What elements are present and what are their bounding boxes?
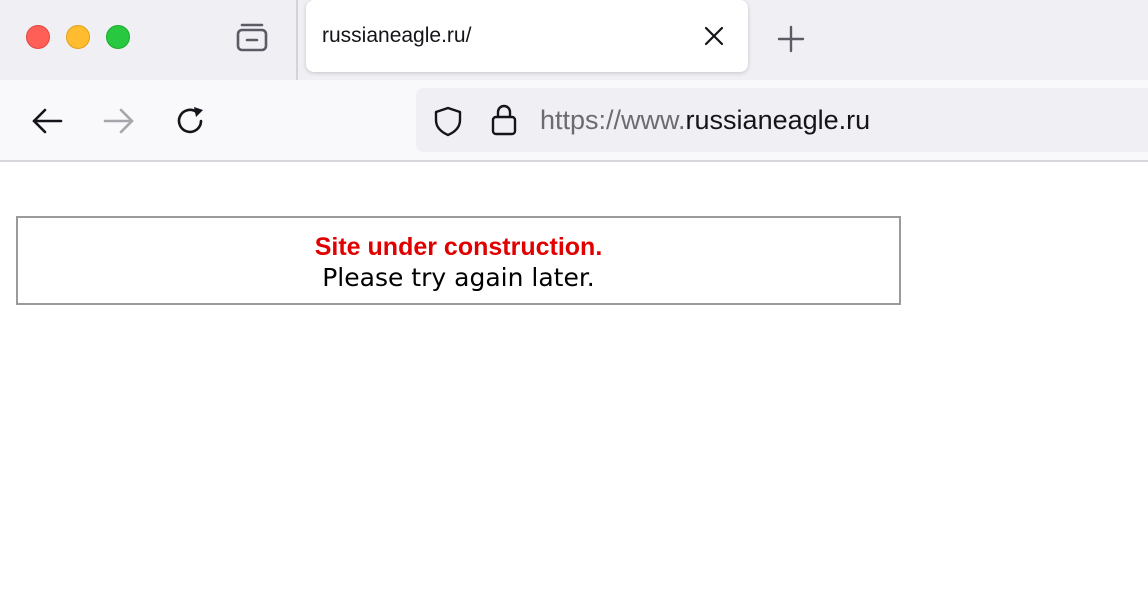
tab-title: russianeagle.ru/: [322, 24, 472, 47]
plus-icon[interactable]: [776, 24, 806, 54]
notice-title: Site under construction.: [314, 233, 603, 261]
tab-active[interactable]: russianeagle.ru/: [306, 0, 748, 72]
url-protocol: https://www.: [540, 105, 686, 135]
url-domain: russianeagle.ru: [685, 105, 871, 135]
shield-icon[interactable]: [432, 105, 464, 137]
page-content: Site under construction. Please try agai…: [0, 162, 1148, 597]
navigation-toolbar: https://www.russianeagle.ru: [0, 80, 1148, 162]
notice-message: Please try again later.: [322, 263, 595, 292]
construction-notice: Site under construction. Please try agai…: [16, 216, 901, 305]
tab-tray-icon[interactable]: [234, 20, 270, 56]
window-minimize-button[interactable]: [66, 25, 90, 49]
tab-bar: russianeagle.ru/: [0, 0, 1148, 80]
close-icon[interactable]: [702, 24, 726, 48]
window-close-button[interactable]: [26, 25, 50, 49]
arrow-right-icon[interactable]: [102, 104, 136, 138]
tab-separator: [296, 0, 298, 80]
address-bar[interactable]: https://www.russianeagle.ru: [416, 88, 1148, 152]
window-maximize-button[interactable]: [106, 25, 130, 49]
url-text[interactable]: https://www.russianeagle.ru: [540, 105, 870, 136]
reload-icon[interactable]: [174, 104, 208, 138]
lock-icon[interactable]: [488, 103, 520, 137]
arrow-left-icon[interactable]: [30, 104, 64, 138]
